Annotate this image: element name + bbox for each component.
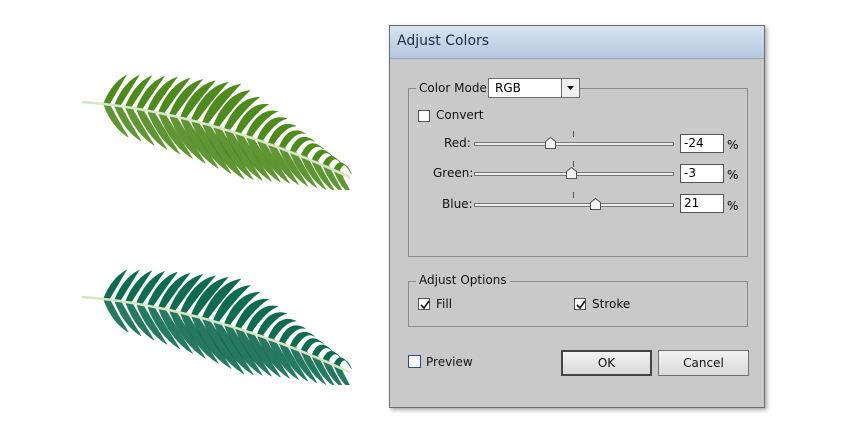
convert-checkbox[interactable]: [418, 110, 430, 122]
convert-label: Convert: [436, 108, 484, 122]
red-slider-thumb[interactable]: [544, 137, 556, 149]
blue-center-tick: [573, 192, 574, 198]
color-mode-select[interactable]: RGB: [488, 78, 580, 98]
blue-slider-track[interactable]: [474, 203, 674, 207]
dialog-title: Adjust Colors: [397, 33, 490, 49]
red-unit: %: [727, 138, 739, 152]
stroke-checkbox[interactable]: [574, 298, 586, 310]
green-slider-thumb[interactable]: [565, 167, 577, 179]
blue-value-input[interactable]: 21: [680, 194, 724, 213]
palm-leaf-green: [81, 74, 352, 190]
blue-label: Blue:: [442, 197, 473, 211]
adjust-options-label: Adjust Options: [416, 273, 510, 287]
preview-checkbox[interactable]: [408, 355, 421, 368]
checkmark-icon: [576, 300, 586, 310]
red-slider-track[interactable]: [474, 142, 674, 146]
blue-unit: %: [727, 199, 739, 213]
red-center-tick: [573, 131, 574, 137]
blue-slider-thumb[interactable]: [589, 198, 601, 210]
adjust-colors-dialog: Adjust Colors Color Mode: RGB Convert Re…: [389, 25, 765, 408]
stroke-label: Stroke: [592, 297, 631, 311]
green-value-input[interactable]: -3: [680, 164, 724, 183]
ok-button[interactable]: OK: [561, 350, 652, 376]
cancel-button[interactable]: Cancel: [658, 350, 749, 376]
green-label: Green:: [433, 166, 474, 180]
fill-label: Fill: [436, 297, 453, 311]
chevron-down-icon: [561, 79, 579, 97]
title-bar[interactable]: Adjust Colors: [390, 26, 764, 59]
color-mode-value: RGB: [495, 81, 521, 95]
red-value-input[interactable]: -24: [680, 134, 724, 153]
color-mode-label: Color Mode:: [416, 81, 494, 95]
fill-checkbox[interactable]: [418, 298, 430, 310]
red-label: Red:: [444, 136, 471, 150]
checkmark-icon: [420, 300, 430, 310]
preview-label: Preview: [426, 355, 473, 369]
palm-leaf-teal: [81, 269, 352, 385]
green-unit: %: [727, 168, 739, 182]
